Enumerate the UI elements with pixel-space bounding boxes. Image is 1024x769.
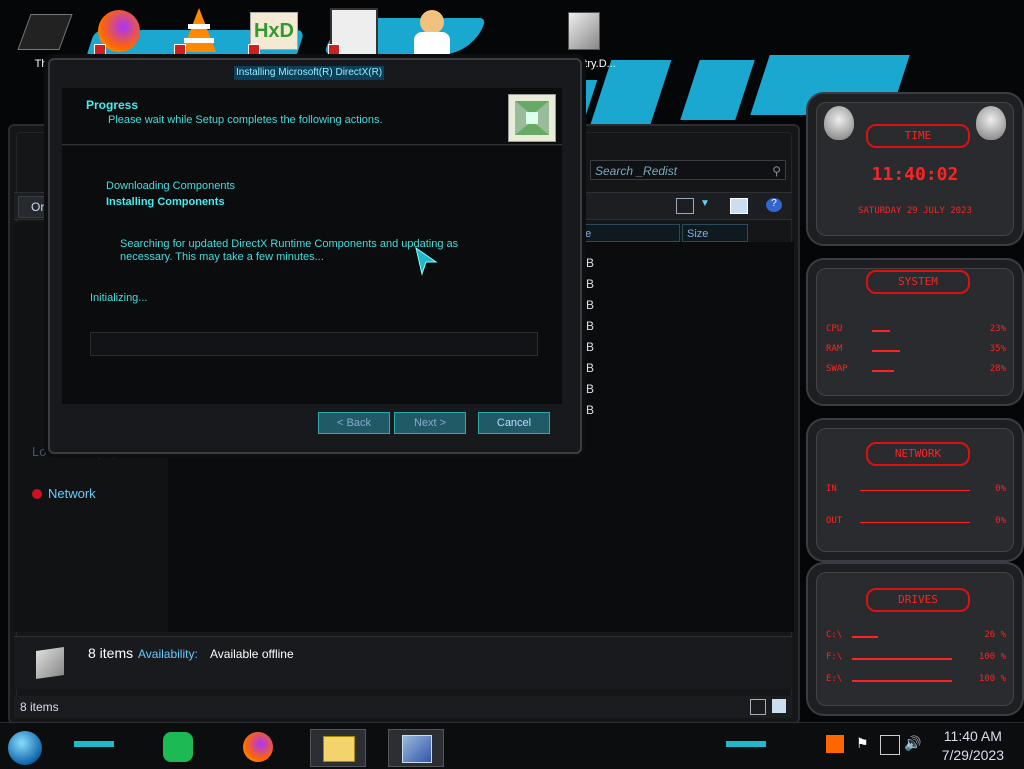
setup-icon <box>402 735 432 763</box>
shortcut-overlay-icon <box>248 44 260 56</box>
tiles-view-icon[interactable] <box>772 699 786 713</box>
start-button[interactable] <box>8 731 42 765</box>
step-downloading: Downloading Components <box>106 180 236 192</box>
back-button[interactable]: < Back <box>318 412 390 434</box>
network-tray-icon[interactable] <box>880 735 900 755</box>
desktop-icon-this-pc[interactable]: This <box>17 6 73 70</box>
desktop-icon-registry[interactable]: etry.D... <box>560 6 616 70</box>
taskbar-spotify[interactable] <box>158 729 198 765</box>
help-icon[interactable]: ? <box>766 198 782 212</box>
column-type[interactable]: pe <box>574 224 680 242</box>
drive-f-level-bar <box>852 658 952 660</box>
alien-head-icon <box>976 106 1006 140</box>
shortcut-overlay-icon <box>328 44 340 56</box>
drive-e-level-bar <box>852 680 952 682</box>
next-button[interactable]: Next > <box>394 412 466 434</box>
time-gadget: TIME 11:40:02 SATURDAY 29 JULY 2023 <box>806 92 1024 246</box>
file-explorer-icon <box>323 736 355 762</box>
directx-logo-icon <box>508 94 556 142</box>
mouse-cursor-icon <box>415 246 438 276</box>
network-row: IN 0% <box>826 484 1006 494</box>
system-row: RAM 35% <box>826 344 1006 354</box>
drive-row: E:\ 100 % <box>826 674 1006 684</box>
desktop-icon-firefox[interactable] <box>94 6 144 56</box>
drive-row: C:\ 26 % <box>826 630 1006 640</box>
taskbar-setup[interactable] <box>388 729 444 767</box>
nav-item-network[interactable]: Network <box>32 486 96 501</box>
drive-row: F:\ 100 % <box>826 652 1006 662</box>
column-size[interactable]: Size <box>682 224 748 242</box>
this-pc-icon <box>17 14 73 50</box>
preview-pane-icon[interactable] <box>730 198 748 214</box>
taskbar-accent <box>726 741 766 747</box>
desktop-icon-vlc[interactable] <box>174 6 224 56</box>
details-pane: 8 items Availability: Available offline <box>14 636 792 689</box>
taskbar-firefox[interactable] <box>238 729 278 765</box>
search-input[interactable]: Search _Redist ⚲ <box>590 160 786 180</box>
network-in-graph <box>860 490 970 491</box>
file-type-icon <box>36 647 64 679</box>
gadget-date: SATURDAY 29 JULY 2023 <box>858 206 972 216</box>
desktop-icon-doctor[interactable] <box>408 6 458 56</box>
drive-c-level-bar <box>852 636 878 638</box>
shortcut-overlay-icon <box>174 44 186 56</box>
step-installing: Installing Components <box>106 196 225 208</box>
taskbar: ⚑ 🔊 11:40 AM 7/29/2023 <box>0 722 1024 769</box>
directx-setup-dialog: Installing Microsoft(R) DirectX(R) Progr… <box>48 58 582 454</box>
ram-level-bar <box>872 350 900 352</box>
taskbar-accent <box>74 741 114 747</box>
desktop-icon-app[interactable] <box>328 6 378 56</box>
spotify-icon <box>163 732 193 762</box>
drives-gadget: DRIVES C:\ 26 % F:\ 100 % E:\ 100 % <box>806 562 1024 716</box>
dialog-body: Downloading Components Installing Compon… <box>62 146 562 404</box>
network-out-graph <box>860 522 970 523</box>
tray-app-icon[interactable] <box>826 735 844 753</box>
dialog-title: Installing Microsoft(R) DirectX(R) <box>234 66 385 80</box>
chevron-down-icon[interactable]: ▼ <box>700 198 716 212</box>
taskbar-file-explorer[interactable] <box>310 729 366 767</box>
alien-head-icon <box>824 106 854 140</box>
view-icon[interactable] <box>676 198 694 214</box>
shortcut-overlay-icon <box>94 44 106 56</box>
progress-status: Initializing... <box>90 292 148 304</box>
registry-icon <box>568 12 600 50</box>
system-row: SWAP 28% <box>826 364 1006 374</box>
flag-icon[interactable]: ⚑ <box>856 735 874 753</box>
doctor-icon <box>420 10 444 34</box>
system-gadget: SYSTEM CPU 23% RAM 35% SWAP 28% <box>806 258 1024 406</box>
desktop-icon-hxd[interactable]: HxD <box>248 6 298 56</box>
gadget-clock: 11:40:02 <box>871 164 959 185</box>
dialog-header: Progress Please wait while Setup complet… <box>62 88 562 145</box>
network-icon <box>32 489 42 499</box>
progress-bar <box>90 332 538 356</box>
taskbar-clock[interactable]: 11:40 AM 7/29/2023 <box>942 727 1004 765</box>
doctor-coat <box>414 32 450 54</box>
system-row: CPU 23% <box>826 324 1006 334</box>
network-row: OUT 0% <box>826 516 1006 526</box>
volume-icon[interactable]: 🔊 <box>904 735 922 753</box>
column-headers: pe Size <box>574 224 794 242</box>
firefox-icon <box>243 732 273 762</box>
network-gadget: NETWORK IN 0% OUT 0% <box>806 418 1024 562</box>
swap-level-bar <box>872 370 894 372</box>
status-bar: 8 items <box>14 696 792 718</box>
cpu-level-bar <box>872 330 890 332</box>
cancel-button[interactable]: Cancel <box>478 412 550 434</box>
details-view-icon[interactable] <box>750 699 766 715</box>
search-icon[interactable]: ⚲ <box>772 161 781 181</box>
